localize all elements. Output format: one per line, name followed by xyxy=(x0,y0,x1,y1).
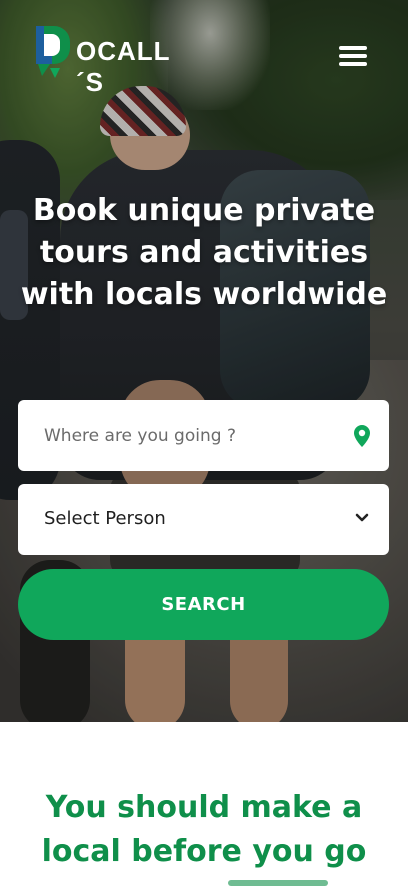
chevron-down-icon xyxy=(355,513,369,522)
hero-headline: Book unique private tours and activities… xyxy=(20,193,388,312)
search-button[interactable]: SEARCH xyxy=(18,569,389,640)
destination-field[interactable] xyxy=(18,400,389,471)
person-select[interactable]: Select Person xyxy=(18,484,389,555)
map-pin-logo-icon xyxy=(36,26,70,78)
hamburger-menu-icon[interactable] xyxy=(334,42,372,76)
section-title: You should make a local before you go xyxy=(41,790,367,869)
location-pin-icon xyxy=(354,425,370,447)
menu-bar xyxy=(339,54,367,58)
menu-bar xyxy=(339,62,367,66)
section-subtitle-partial xyxy=(228,880,328,886)
brand-logo[interactable]: OCALL´S xyxy=(28,18,171,100)
destination-input[interactable] xyxy=(18,400,338,471)
menu-bar xyxy=(339,46,367,50)
brand-name: OCALL´S xyxy=(76,36,171,97)
person-select-value: Select Person xyxy=(44,508,166,529)
